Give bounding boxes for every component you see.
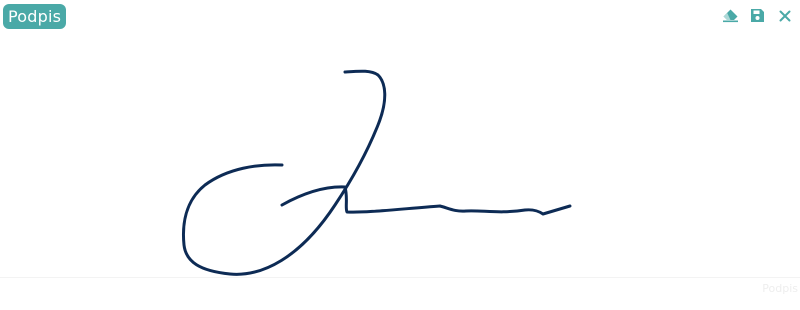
- signature-canvas[interactable]: [0, 35, 800, 277]
- clear-button[interactable]: [721, 6, 740, 25]
- close-button[interactable]: [775, 6, 794, 25]
- save-button[interactable]: [748, 6, 767, 25]
- signature-baseline: [0, 277, 800, 278]
- close-icon: [779, 10, 791, 22]
- signature-field-label: Podpis: [762, 282, 798, 295]
- save-icon: [750, 8, 765, 23]
- eraser-icon: [722, 8, 739, 23]
- signature-dialog: Podpis Podpis: [0, 0, 800, 310]
- toolbar: [721, 6, 794, 25]
- title-badge: Podpis: [3, 4, 67, 29]
- signature-stroke: [182, 69, 572, 276]
